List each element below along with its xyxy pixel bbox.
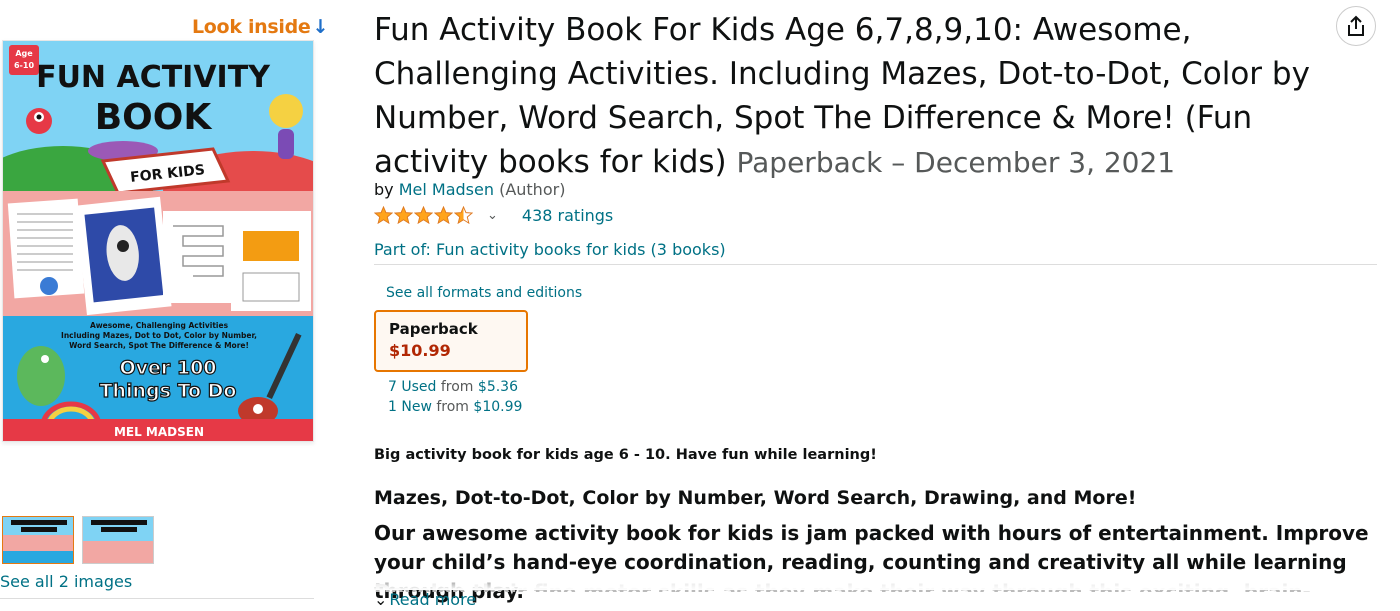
new-offer: 1 New from $10.99 [388, 397, 522, 417]
thumbnail-back-art [83, 517, 153, 563]
book-cover-art: Age 6-10 FUN ACTIVITY BOOK FOR KIDS Awes… [3, 41, 313, 441]
from-label: from [440, 379, 474, 395]
star-icon [374, 206, 393, 225]
author-link[interactable]: Mel Madsen [399, 180, 494, 199]
image-thumbnails [2, 516, 154, 564]
cover-title-line1: FUN ACTIVITY [36, 60, 271, 95]
cover-big-line2: Things To Do [100, 380, 237, 402]
read-more-label: Read more [389, 590, 477, 609]
format-option-paperback[interactable]: Paperback $10.99 [374, 310, 528, 372]
look-inside-label: Look inside [192, 16, 311, 38]
description-body: Our awesome activity book for kids is ja… [374, 521, 1369, 603]
chevron-down-icon: ⌄ [374, 590, 388, 609]
other-offers: 7 Used from $5.36 1 New from $10.99 [388, 377, 522, 417]
new-offer-price[interactable]: $10.99 [473, 399, 522, 415]
description-lead: Big activity book for kids age 6 - 10. H… [374, 447, 877, 463]
fade-overlay [360, 576, 1400, 590]
see-all-images-link[interactable]: See all 2 images [0, 572, 132, 591]
thumbnail-back-cover[interactable] [82, 516, 154, 564]
description-heading: Mazes, Dot-to-Dot, Color by Number, Word… [374, 487, 1137, 509]
byline: by Mel Madsen (Author) [374, 180, 565, 199]
rating-row: ⌄ 438 ratings [374, 206, 613, 225]
see-all-formats-link[interactable]: See all formats and editions [386, 285, 582, 301]
look-inside-link[interactable]: Look inside ↓ [192, 16, 328, 38]
share-icon [1348, 15, 1364, 36]
format-date: Paperback – December 3, 2021 [736, 146, 1176, 179]
from-label: from [436, 399, 469, 415]
cover-blurb-line3: Word Search, Spot The Difference & More! [69, 341, 249, 350]
series-link[interactable]: Part of: Fun activity books for kids (3 … [374, 240, 726, 259]
cover-author: MEL MADSEN [114, 425, 204, 439]
divider [374, 264, 1377, 265]
star-icon [394, 206, 413, 225]
cover-big-line1: Over 100 [119, 357, 216, 379]
author-role: (Author) [499, 180, 566, 199]
star-icon [434, 206, 453, 225]
used-offer: 7 Used from $5.36 [388, 377, 522, 397]
ratings-count-link[interactable]: 438 ratings [522, 206, 613, 225]
cover-blurb-line1: Awesome, Challenging Activities [90, 321, 229, 330]
arrow-down-icon: ↓ [312, 16, 329, 38]
divider [0, 598, 314, 599]
new-offer-link[interactable]: 1 New [388, 399, 432, 415]
product-title-block: Fun Activity Book For Kids Age 6,7,8,9,1… [374, 8, 1374, 185]
star-icon [414, 206, 433, 225]
format-name: Paperback [389, 320, 478, 338]
format-price: $10.99 [389, 341, 451, 360]
cover-blurb-line2: Including Mazes, Dot to Dot, Color by Nu… [61, 331, 257, 340]
book-cover-image[interactable]: Age 6-10 FUN ACTIVITY BOOK FOR KIDS Awes… [2, 40, 314, 442]
chevron-down-icon[interactable]: ⌄ [487, 208, 498, 223]
used-offer-price[interactable]: $5.36 [478, 379, 518, 395]
read-more-link[interactable]: ⌄ Read more [374, 590, 476, 609]
cover-title-line2: BOOK [95, 97, 213, 138]
by-label: by [374, 180, 394, 199]
star-rating[interactable] [374, 206, 473, 225]
age-badge-line2: 6-10 [14, 61, 34, 70]
product-title: Fun Activity Book For Kids Age 6,7,8,9,1… [374, 8, 1364, 185]
thumbnail-front-art [3, 517, 73, 563]
share-button[interactable] [1336, 6, 1376, 46]
age-badge-line1: Age [15, 49, 33, 58]
used-offer-link[interactable]: 7 Used [388, 379, 436, 395]
star-icon [454, 206, 473, 225]
thumbnail-front-cover[interactable] [2, 516, 74, 564]
